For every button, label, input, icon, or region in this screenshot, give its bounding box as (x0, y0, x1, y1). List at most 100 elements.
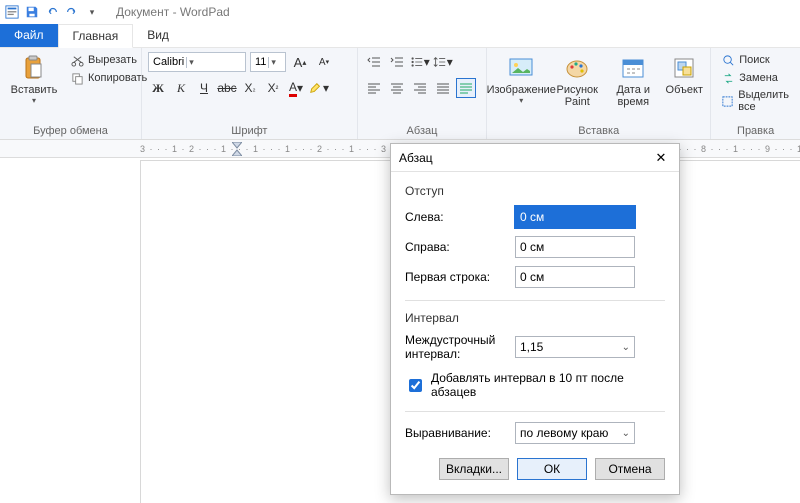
insert-datetime-button[interactable]: Дата и время (605, 52, 661, 110)
indent-section-title: Отступ (405, 184, 665, 198)
ok-button[interactable]: ОК (517, 458, 587, 480)
save-icon[interactable] (24, 4, 40, 20)
bold-icon[interactable]: Ж (148, 78, 168, 98)
copy-button[interactable]: Копировать (66, 70, 151, 86)
chevron-down-icon: ⌄ (622, 342, 630, 353)
image-icon (507, 54, 535, 82)
addspace-label: Добавлять интервал в 10 пт после абзацев (431, 371, 665, 399)
chevron-down-icon: ▾ (32, 96, 36, 105)
insert-paint-label: Рисунок Paint (553, 84, 601, 108)
group-insert: Изображение ▾ Рисунок Paint Дата и время… (487, 48, 711, 139)
indent-right-label: Справа: (405, 240, 515, 254)
replace-label: Замена (739, 72, 778, 84)
indent-right-input[interactable] (515, 236, 635, 258)
app-icon (4, 4, 20, 20)
insert-image-label: Изображение (487, 84, 556, 96)
tab-home[interactable]: Главная (58, 24, 134, 48)
chevron-down-icon: ⌄ (622, 428, 630, 439)
group-editing: Поиск Замена Выделить все Правка (711, 48, 800, 139)
paint-icon (563, 54, 591, 82)
linespacing-value: 1,15 (520, 340, 543, 354)
cancel-button[interactable]: Отмена (595, 458, 665, 480)
tab-file[interactable]: Файл (0, 24, 58, 47)
insert-image-button[interactable]: Изображение ▾ (493, 52, 549, 107)
italic-icon[interactable]: К (171, 78, 191, 98)
insert-paint-button[interactable]: Рисунок Paint (549, 52, 605, 110)
alignment-value: по левому краю (520, 426, 608, 440)
strikethrough-icon[interactable]: abc (217, 78, 237, 98)
line-spacing-icon[interactable]: ▾ (433, 52, 453, 72)
find-label: Поиск (739, 54, 769, 66)
tab-view[interactable]: Вид (133, 24, 183, 47)
selectall-label: Выделить все (738, 89, 790, 113)
customize-qat-icon[interactable]: ▾ (84, 4, 100, 20)
align-left-icon[interactable] (364, 78, 384, 98)
font-size-combo[interactable]: 11 ▾ (250, 52, 286, 72)
calendar-icon (619, 54, 647, 82)
group-insert-label: Вставка (493, 123, 704, 137)
alignment-select[interactable]: по левому краю ⌄ (515, 422, 635, 444)
chevron-down-icon: ▾ (186, 57, 196, 68)
divider (405, 300, 665, 301)
divider (405, 411, 665, 412)
highlight-icon[interactable]: ▾ (309, 78, 329, 98)
decrease-indent-icon[interactable] (364, 52, 384, 72)
insert-object-label: Объект (666, 84, 703, 96)
paste-button[interactable]: Вставить ▾ (6, 52, 62, 107)
paragraph-dialog-icon[interactable] (456, 78, 476, 98)
indent-left-input[interactable] (515, 206, 635, 228)
group-font-label: Шрифт (148, 123, 351, 137)
interval-section-title: Интервал (405, 311, 665, 325)
redo-icon[interactable] (64, 4, 80, 20)
align-right-icon[interactable] (410, 78, 430, 98)
cut-button[interactable]: Вырезать (66, 52, 151, 68)
find-button[interactable]: Поиск (717, 52, 794, 68)
group-font: Calibri ▾ 11 ▾ A▴ A▾ Ж К Ч abc X₂ X² A▾ … (142, 48, 358, 139)
underline-icon[interactable]: Ч (194, 78, 214, 98)
insert-datetime-label: Дата и время (609, 84, 657, 108)
close-icon[interactable]: ✕ (651, 148, 671, 168)
justify-icon[interactable] (433, 78, 453, 98)
scissors-icon (70, 53, 84, 67)
dialog-title: Абзац (399, 151, 433, 165)
paste-label: Вставить (11, 84, 58, 96)
replace-button[interactable]: Замена (717, 70, 794, 86)
search-icon (721, 53, 735, 67)
indent-marker-icon[interactable] (232, 142, 242, 158)
ribbon-tabs: Файл Главная Вид (0, 24, 800, 48)
font-name-combo[interactable]: Calibri ▾ (148, 52, 246, 72)
window-title: Документ - WordPad (116, 5, 230, 19)
chevron-down-icon: ▾ (268, 57, 278, 68)
chevron-down-icon: ▾ (519, 96, 523, 105)
align-center-icon[interactable] (387, 78, 407, 98)
font-color-icon[interactable]: A▾ (286, 78, 306, 98)
grow-font-icon[interactable]: A▴ (290, 52, 310, 72)
cut-label: Вырезать (88, 54, 137, 66)
undo-icon[interactable] (44, 4, 60, 20)
group-paragraph: ▾ ▾ Абзац (358, 48, 488, 139)
indent-first-input[interactable] (515, 266, 635, 288)
bullets-icon[interactable]: ▾ (410, 52, 430, 72)
insert-object-button[interactable]: Объект (661, 52, 707, 98)
object-icon (670, 54, 698, 82)
linespacing-label: Междустрочный интервал: (405, 333, 515, 361)
font-name-value: Calibri (151, 56, 186, 68)
addspace-checkbox[interactable] (409, 379, 422, 392)
copy-label: Копировать (88, 72, 147, 84)
selectall-button[interactable]: Выделить все (717, 88, 794, 114)
subscript-icon[interactable]: X₂ (240, 78, 260, 98)
ribbon: Вставить ▾ Вырезать Копировать Буфер обм… (0, 48, 800, 140)
group-editing-label: Правка (717, 123, 794, 137)
linespacing-select[interactable]: 1,15 ⌄ (515, 336, 635, 358)
tabs-button[interactable]: Вкладки... (439, 458, 509, 480)
copy-icon (70, 71, 84, 85)
superscript-icon[interactable]: X² (263, 78, 283, 98)
shrink-font-icon[interactable]: A▾ (314, 52, 334, 72)
increase-indent-icon[interactable] (387, 52, 407, 72)
replace-icon (721, 71, 735, 85)
group-clipboard-label: Буфер обмена (6, 123, 135, 137)
alignment-label: Выравнивание: (405, 426, 515, 440)
paste-icon (20, 54, 48, 82)
indent-left-label: Слева: (405, 210, 515, 224)
group-paragraph-label: Абзац (364, 123, 481, 137)
